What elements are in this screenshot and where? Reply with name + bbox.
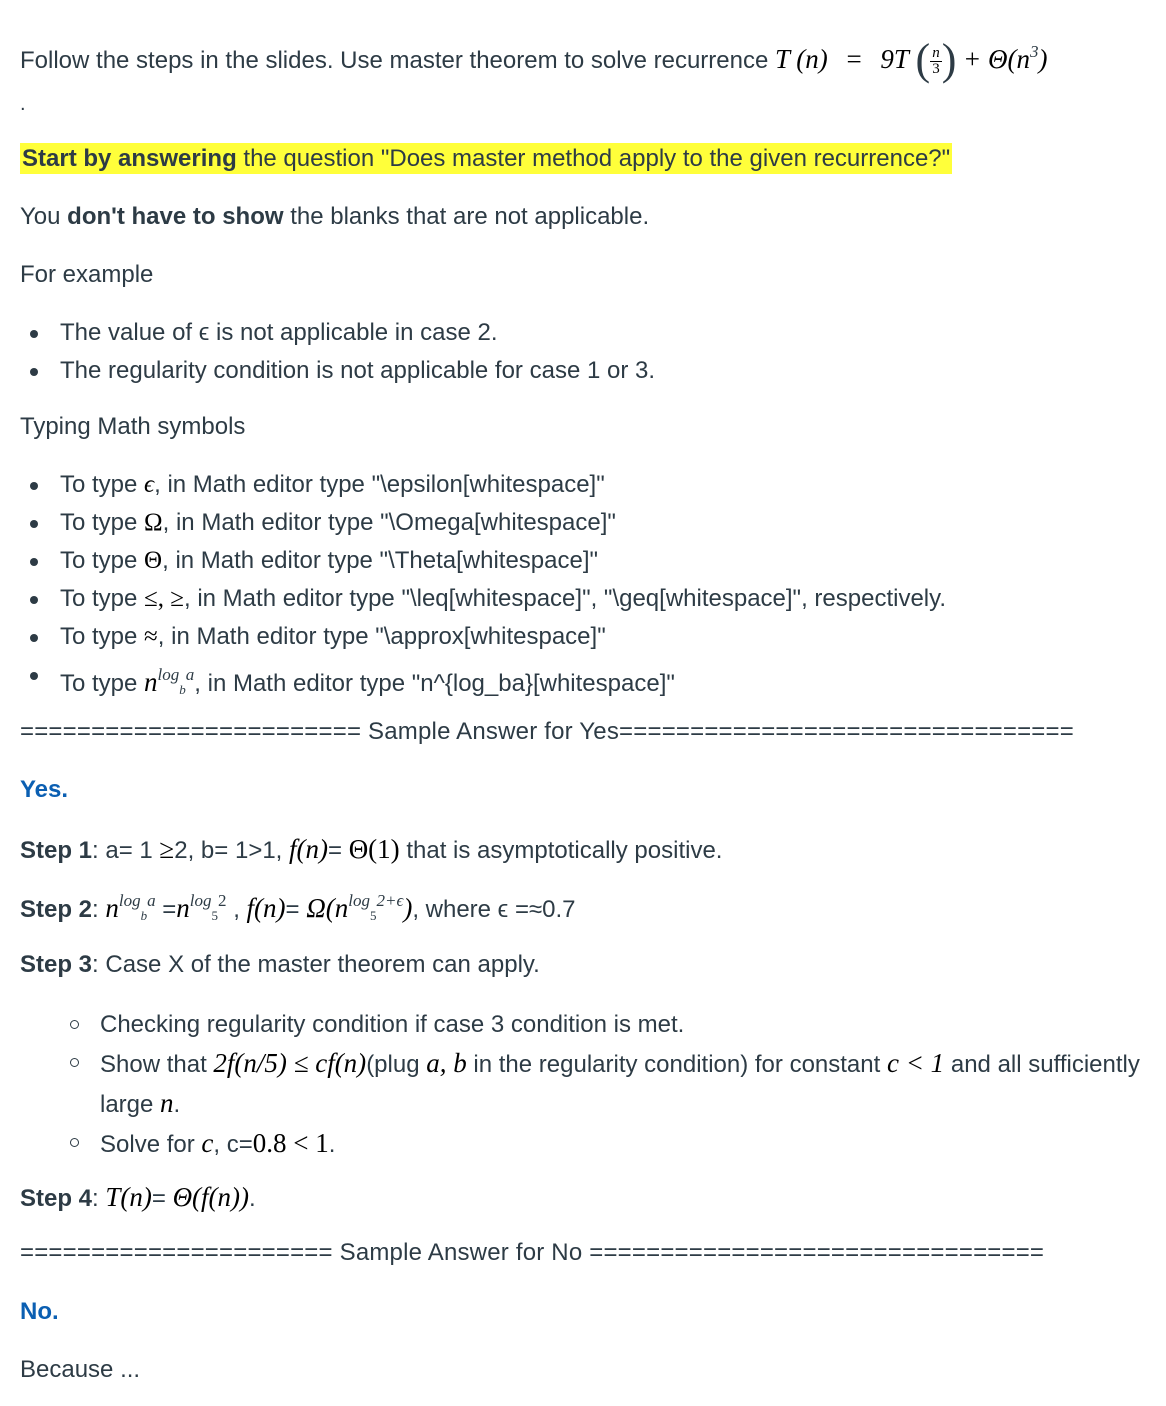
list-item: To type ≈, in Math editor type "\approx[… [20, 622, 946, 660]
list-item: To type Ω, in Math editor type "\Omega[w… [20, 508, 946, 546]
list-item: The regularity condition is not applicab… [20, 356, 655, 394]
step-4-label: Step 4 [20, 1185, 93, 1212]
because-text: Because ... [20, 1356, 141, 1383]
page: Follow the steps in the slides. Use mast… [0, 0, 1166, 1406]
recurrence-exponent: 3 [1030, 42, 1039, 61]
list-item: To type ϵ, in Math editor type "\epsilon… [20, 470, 946, 508]
list-item: Checking regularity condition if case 3 … [60, 1006, 1150, 1044]
separator-no: ====================== Sample Answer for… [20, 1239, 1045, 1266]
list-item: To type ≤, ≥, in Math editor type "\leq[… [20, 584, 946, 622]
recurrence-theta: + Θ(n [963, 44, 1030, 74]
recurrence-fraction: n3 [930, 45, 942, 78]
step-4: Step 4: T(n)= Θ(f(n)). [20, 1182, 256, 1212]
no-label: No. [20, 1298, 59, 1325]
step-2-label: Step 2 [20, 896, 93, 923]
intro-text: Follow the steps in the slides. Use mast… [20, 47, 769, 74]
recurrence-lhs: T (n) [775, 44, 828, 74]
highlighted-instruction: Start by answering the question "Does ma… [20, 143, 953, 174]
example-heading: For example [20, 261, 154, 288]
symbols-list: To type ϵ, in Math editor type "\epsilon… [20, 470, 946, 698]
symbols-heading: Typing Math symbols [20, 413, 246, 440]
list-item: To type nlogba, in Math editor type "n^{… [20, 660, 946, 698]
note-line: You don't have to show the blanks that a… [20, 203, 650, 230]
step-3-list: Checking regularity condition if case 3 … [60, 1006, 1150, 1164]
step-1-label: Step 1 [20, 837, 93, 864]
list-item: To type Θ, in Math editor type "\Theta[w… [20, 546, 946, 584]
list-item: Show that 2f(n/5) ≤ cf(n)(plug a, b in t… [60, 1044, 1150, 1124]
recurrence-close: ) [1038, 44, 1048, 74]
recurrence-equals: = [846, 44, 862, 74]
list-item: Solve for c, c=0.8 < 1. [60, 1124, 1150, 1164]
step-1: Step 1: a= 1 ≥2, b= 1>1, f(n)= Θ(1) that… [20, 834, 723, 864]
recurrence-coef: 9T [880, 44, 909, 74]
intro-dot: . [20, 93, 26, 115]
highlight-rest: the question "Does master method apply t… [236, 145, 951, 172]
yes-label: Yes. [20, 776, 69, 803]
note-bold: don't have to show [67, 203, 284, 230]
highlight-bold: Start by answering [22, 145, 237, 172]
example-list: The value of ϵ is not applicable in case… [20, 318, 655, 394]
step-2: Step 2: nlogba =nlog52 , f(n)= Ω(nlog52+… [20, 891, 576, 923]
intro-line: Follow the steps in the slides. Use mast… [20, 35, 1048, 84]
step-3: Step 3: Case X of the master theorem can… [20, 951, 540, 978]
list-item: The value of ϵ is not applicable in case… [20, 318, 655, 356]
step-3-label: Step 3 [20, 951, 93, 978]
separator-yes: ======================== Sample Answer f… [20, 718, 1074, 745]
